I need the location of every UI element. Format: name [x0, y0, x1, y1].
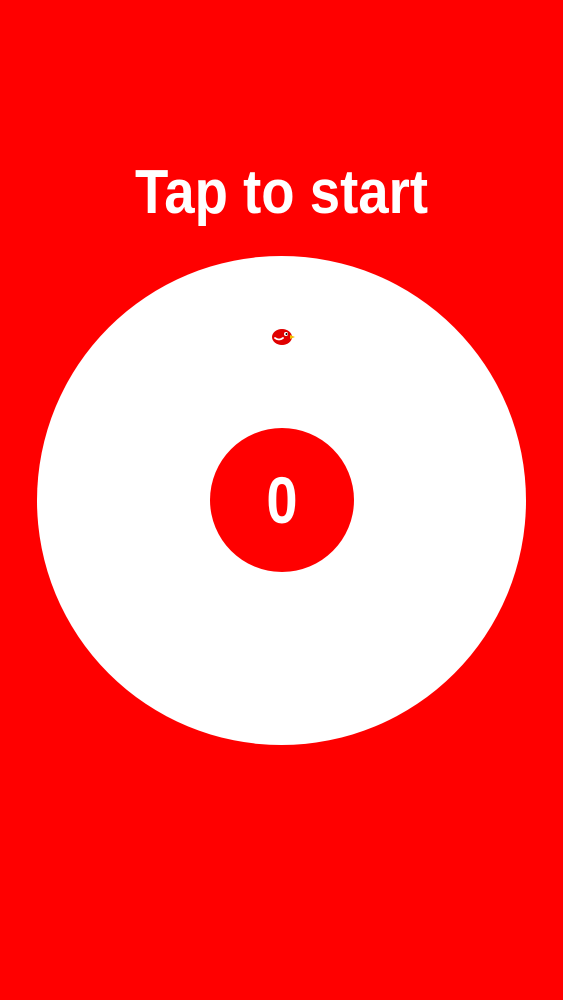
game-screen[interactable]: Tap to start 0 [0, 0, 563, 1000]
start-prompt[interactable]: Tap to start [34, 153, 529, 233]
score-value: 0 [266, 463, 298, 537]
score-disc: 0 [210, 428, 354, 572]
bird-icon [272, 329, 295, 345]
